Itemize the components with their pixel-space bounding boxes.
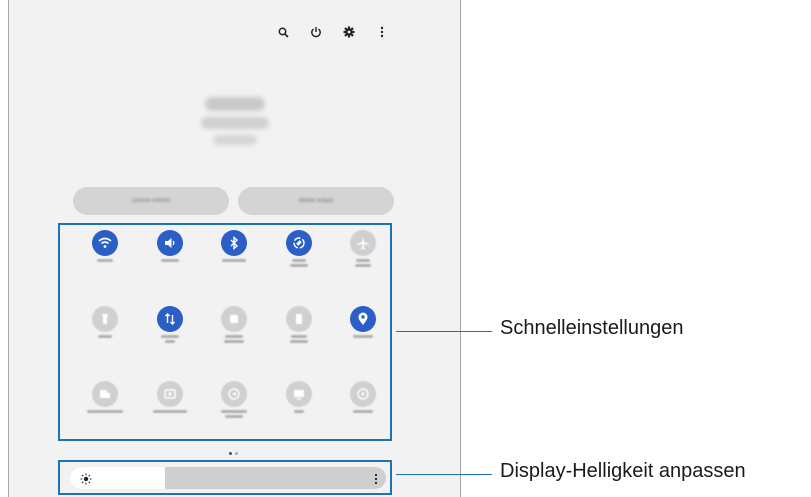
- location-icon: [350, 306, 376, 332]
- flashlight-icon: [92, 306, 118, 332]
- quick-tile-label: [214, 259, 254, 262]
- smart-view-icon: [350, 381, 376, 407]
- quick-tile-location[interactable]: [331, 306, 395, 338]
- quick-tile-bluetooth[interactable]: [202, 230, 266, 262]
- quick-tile-label: [150, 335, 190, 343]
- quick-tile-mobile-data[interactable]: [138, 306, 202, 343]
- quick-tile-auto-rotate[interactable]: [267, 230, 331, 267]
- quick-tile-dex[interactable]: [267, 381, 331, 413]
- media-output-label: Media output: [298, 198, 334, 204]
- quick-tile-label: [85, 410, 125, 413]
- more-vertical-icon[interactable]: [376, 25, 388, 39]
- bluetooth-icon: [221, 230, 247, 256]
- brightness-callout: Display-Helligkeit anpassen: [500, 460, 746, 482]
- quick-tile-power-saving[interactable]: [267, 306, 331, 343]
- quick-tile-sound[interactable]: [138, 230, 202, 262]
- quick-tile-flashlight[interactable]: [73, 306, 137, 338]
- quick-settings-callout: Schnelleinstellungen: [500, 317, 684, 339]
- quick-tile-label: [343, 410, 383, 413]
- media-output-button[interactable]: Media output: [238, 187, 394, 215]
- quick-tile-mobile-hotspot[interactable]: [202, 306, 266, 343]
- quick-tile-screen-recorder[interactable]: [138, 381, 202, 413]
- page-indicator: [229, 452, 238, 455]
- quick-tile-label: [343, 259, 383, 267]
- link-to-windows-icon: [92, 381, 118, 407]
- brightness-callout-line: [396, 474, 492, 475]
- quick-share-icon: [221, 381, 247, 407]
- screen-recorder-icon: [157, 381, 183, 407]
- mobile-data-icon: [157, 306, 183, 332]
- quick-tile-quick-share[interactable]: [202, 381, 266, 418]
- quick-tile-label: [343, 335, 383, 338]
- wifi-icon: [92, 230, 118, 256]
- quick-settings-callout-line: [396, 331, 492, 332]
- device-control-label: Device control: [131, 198, 170, 204]
- quick-tile-label: [279, 335, 319, 343]
- quick-tile-label: [214, 410, 254, 418]
- brightness-slider[interactable]: [70, 467, 386, 489]
- mobile-hotspot-icon: [221, 306, 247, 332]
- quick-tile-label: [85, 335, 125, 338]
- quick-tile-wifi[interactable]: [73, 230, 137, 262]
- gear-icon[interactable]: [343, 25, 355, 39]
- quick-tile-label: [150, 410, 190, 413]
- sound-icon: [157, 230, 183, 256]
- sun-icon: [80, 472, 92, 489]
- quick-tile-airplane[interactable]: [331, 230, 395, 267]
- power-saving-icon: [286, 306, 312, 332]
- dex-icon: [286, 381, 312, 407]
- device-control-button[interactable]: Device control: [73, 187, 229, 215]
- auto-rotate-icon: [286, 230, 312, 256]
- blurred-clock: [199, 97, 271, 157]
- quick-tile-label: [214, 335, 254, 343]
- page-dot-1: [229, 452, 232, 455]
- power-icon[interactable]: [310, 25, 322, 39]
- quick-tile-label: [279, 259, 319, 267]
- airplane-icon: [350, 230, 376, 256]
- quick-tile-label: [150, 259, 190, 262]
- search-icon[interactable]: [277, 25, 289, 39]
- quick-tile-link-to-windows[interactable]: [73, 381, 137, 413]
- quick-tile-label: [279, 410, 319, 413]
- page-dot-2: [235, 452, 238, 455]
- brightness-more-icon[interactable]: [374, 472, 378, 489]
- quick-tile-label: [85, 259, 125, 262]
- top-action-bar: [277, 25, 388, 39]
- quick-tile-smart-view[interactable]: [331, 381, 395, 413]
